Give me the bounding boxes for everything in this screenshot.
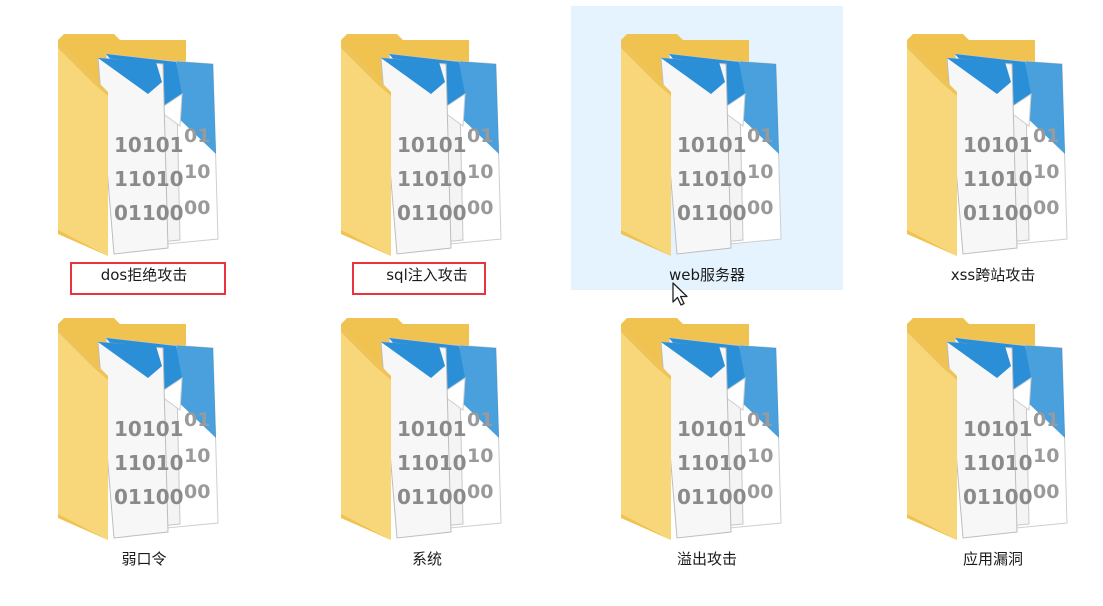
svg-text:10101: 10101: [114, 417, 184, 441]
svg-text:10: 10: [1033, 445, 1059, 467]
svg-text:00: 00: [467, 481, 493, 503]
svg-text:01100: 01100: [397, 201, 467, 225]
binary-folder-icon: 01 10 00 10101 11010 01100: [621, 34, 782, 256]
svg-text:01100: 01100: [677, 485, 747, 509]
svg-text:01: 01: [1033, 125, 1059, 147]
folder-label: 溢出攻击: [676, 550, 737, 568]
binary-folder-icon: 01 10 00 10101 11010 01100: [341, 34, 502, 256]
svg-text:10: 10: [1033, 161, 1059, 183]
svg-text:01: 01: [467, 409, 493, 431]
folder-label: 应用漏洞: [962, 550, 1023, 568]
svg-text:10: 10: [747, 161, 773, 183]
folder-item[interactable]: 01 10 00 10101 11010 01100 溢出攻击: [571, 290, 843, 574]
svg-text:01: 01: [184, 125, 210, 147]
folder-label: web服务器: [668, 266, 746, 284]
binary-folder-icon: 01 10 00 10101 11010 01100: [58, 318, 219, 540]
folder-label: 系统: [411, 550, 442, 568]
svg-text:01100: 01100: [677, 201, 747, 225]
folder-item[interactable]: 01 10 00 10101 11010 01100 弱口令: [8, 290, 280, 574]
svg-text:01: 01: [184, 409, 210, 431]
svg-text:01100: 01100: [963, 201, 1033, 225]
svg-text:10: 10: [184, 161, 210, 183]
mouse-cursor-icon: [672, 282, 688, 306]
svg-text:00: 00: [467, 197, 493, 219]
svg-text:11010: 11010: [963, 451, 1033, 475]
svg-text:00: 00: [184, 481, 210, 503]
highlight-box: [70, 262, 226, 295]
binary-folder-icon: 01 10 00 10101 11010 01100: [621, 318, 782, 540]
svg-text:01: 01: [467, 125, 493, 147]
folder-grid: 01 10 00 10101 11010 01100 dos拒绝攻击 01 10 00 1010…: [0, 0, 1103, 606]
svg-text:11010: 11010: [397, 167, 467, 191]
svg-text:10: 10: [184, 445, 210, 467]
folder-item[interactable]: 01 10 00 10101 11010 01100 sql注入攻击: [291, 6, 563, 290]
svg-text:01100: 01100: [963, 485, 1033, 509]
folder-item[interactable]: 01 10 00 10101 11010 01100 应用漏洞: [857, 290, 1103, 574]
svg-text:10: 10: [467, 161, 493, 183]
highlight-box: [352, 262, 486, 295]
folder-item[interactable]: 01 10 00 10101 11010 01100 系统: [291, 290, 563, 574]
svg-text:10101: 10101: [397, 417, 467, 441]
svg-text:10: 10: [467, 445, 493, 467]
folder-label: 弱口令: [121, 550, 167, 568]
svg-text:11010: 11010: [114, 167, 184, 191]
svg-text:11010: 11010: [677, 451, 747, 475]
svg-text:01: 01: [747, 125, 773, 147]
svg-text:00: 00: [1033, 481, 1059, 503]
svg-text:10101: 10101: [677, 133, 747, 157]
svg-text:00: 00: [184, 197, 210, 219]
svg-text:11010: 11010: [397, 451, 467, 475]
svg-text:00: 00: [747, 197, 773, 219]
svg-text:01100: 01100: [114, 485, 184, 509]
svg-text:01100: 01100: [114, 201, 184, 225]
binary-folder-icon: 01 10 00 10101 11010 01100: [907, 318, 1068, 540]
svg-text:01: 01: [747, 409, 773, 431]
folder-item[interactable]: 01 10 00 10101 11010 01100 dos拒绝攻击: [8, 6, 280, 290]
svg-text:10101: 10101: [397, 133, 467, 157]
binary-folder-icon: 01 10 00 10101 11010 01100: [341, 318, 502, 540]
folder-label: xss跨站攻击: [950, 266, 1036, 284]
svg-text:10101: 10101: [114, 133, 184, 157]
svg-text:10101: 10101: [677, 417, 747, 441]
binary-folder-icon: 01 10 00 10101 11010 01100: [58, 34, 219, 256]
svg-text:00: 00: [747, 481, 773, 503]
svg-text:10101: 10101: [963, 133, 1033, 157]
svg-text:11010: 11010: [963, 167, 1033, 191]
svg-text:10101: 10101: [963, 417, 1033, 441]
svg-text:00: 00: [1033, 197, 1059, 219]
folder-item[interactable]: 01 10 00 10101 11010 01100 xss跨站攻击: [857, 6, 1103, 290]
svg-text:10: 10: [747, 445, 773, 467]
binary-folder-icon: 01 10 00 10101 11010 01100: [907, 34, 1068, 256]
svg-text:11010: 11010: [677, 167, 747, 191]
svg-text:11010: 11010: [114, 451, 184, 475]
svg-text:01100: 01100: [397, 485, 467, 509]
folder-item[interactable]: 01 10 00 10101 11010 01100 web服务器: [571, 6, 843, 290]
svg-text:01: 01: [1033, 409, 1059, 431]
